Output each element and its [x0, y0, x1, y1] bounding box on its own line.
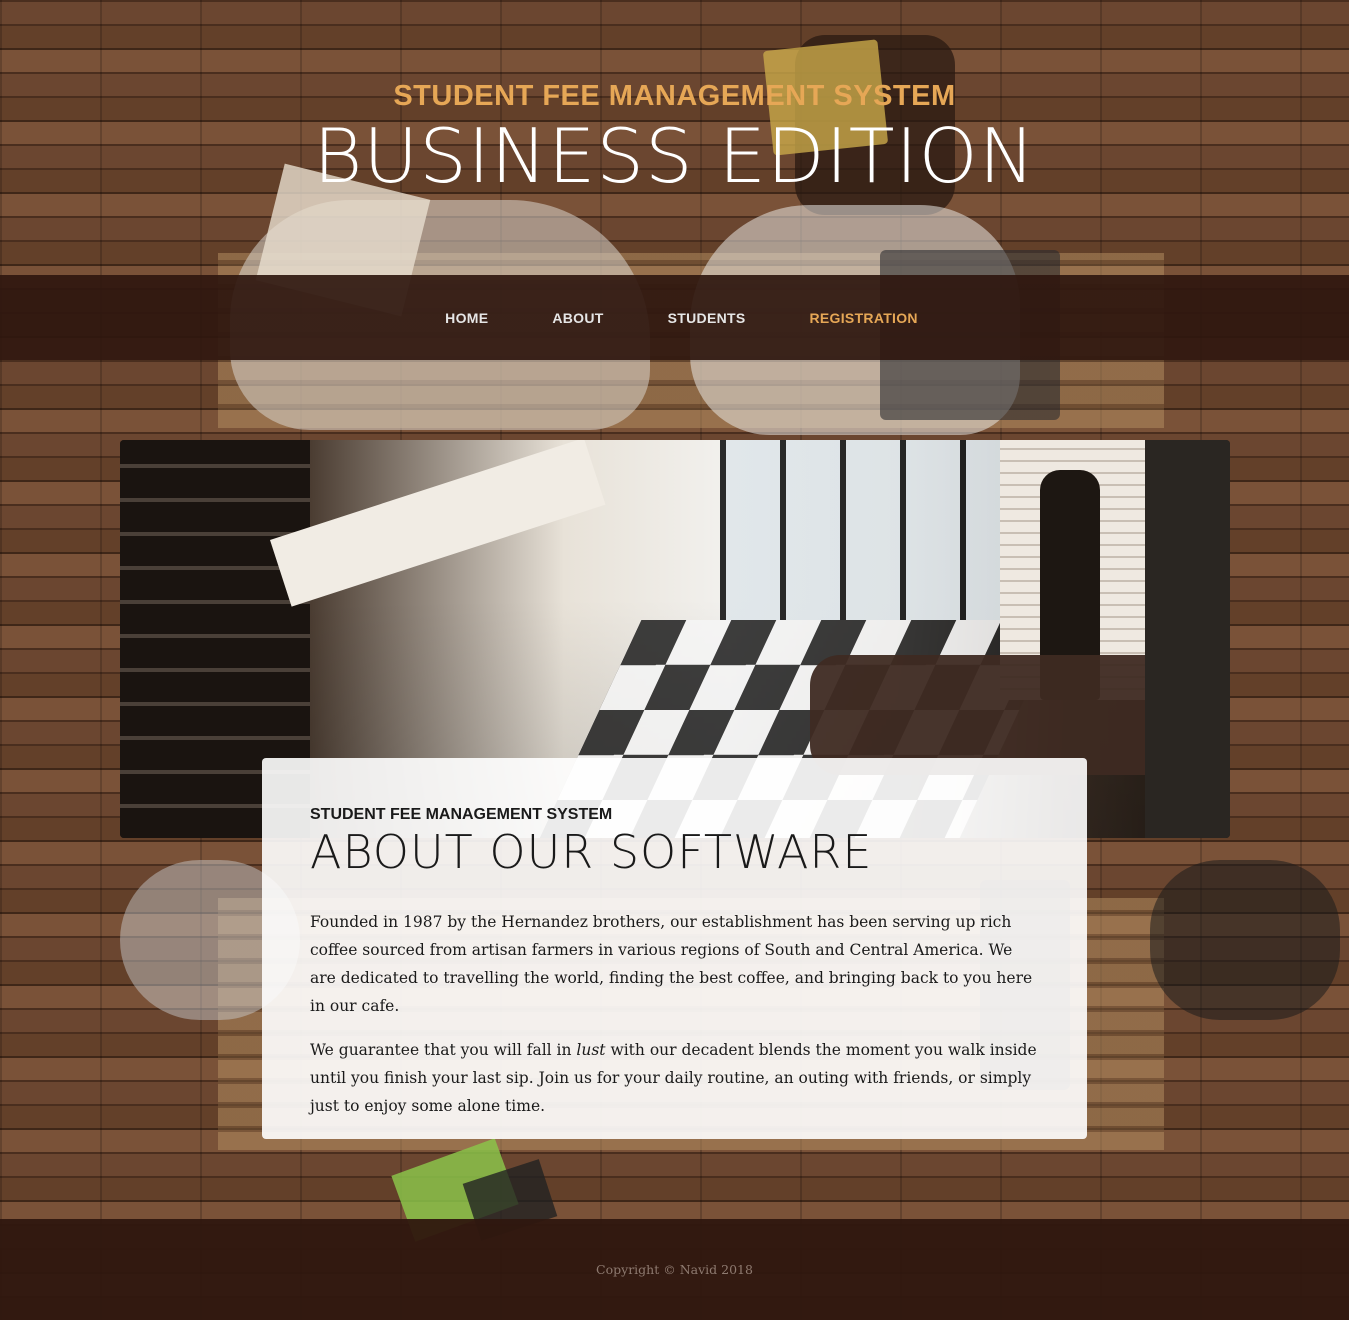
intro-paragraph-1: Founded in 1987 by the Hernandez brother… — [310, 913, 1033, 1015]
site-heading: STUDENT FEE MANAGEMENT SYSTEM BUSINESS E… — [0, 78, 1349, 198]
site-heading-lower: BUSINESS EDITION — [313, 112, 1036, 200]
site-heading-upper: STUDENT FEE MANAGEMENT SYSTEM — [393, 80, 956, 112]
main-navbar: HOME ABOUT STUDENTS REGISTRATION — [0, 275, 1349, 360]
cafe-counter — [270, 440, 606, 607]
intro-paragraph-2: We guarantee that you will fall in lust … — [310, 1036, 1039, 1120]
nav-link-registration[interactable]: REGISTRATION — [778, 310, 950, 326]
section-heading-lower: ABOUT OUR SOFTWARE — [310, 825, 873, 879]
footer: Copyright © Navid 2018 — [0, 1219, 1349, 1320]
background-person-bottom-right — [1150, 860, 1340, 1020]
nav-item-students: STUDENTS — [636, 310, 778, 326]
intro-text-box: STUDENT FEE MANAGEMENT SYSTEM ABOUT OUR … — [262, 758, 1087, 1139]
section-heading-upper: STUDENT FEE MANAGEMENT SYSTEM — [310, 806, 613, 823]
nav-item-about: ABOUT — [520, 310, 635, 326]
nav-link-home[interactable]: HOME — [413, 310, 520, 326]
cafe-windows — [720, 440, 1020, 620]
section-heading: STUDENT FEE MANAGEMENT SYSTEM ABOUT OUR … — [310, 804, 1039, 878]
nav-link-about[interactable]: ABOUT — [520, 310, 635, 326]
nav-item-registration: REGISTRATION — [778, 310, 950, 326]
nav-list: HOME ABOUT STUDENTS REGISTRATION — [413, 310, 950, 326]
nav-link-students[interactable]: STUDENTS — [636, 310, 778, 326]
intro-paragraph-2-start: We guarantee that you will fall in — [310, 1041, 577, 1059]
copyright-text: Copyright © Navid 2018 — [596, 1262, 753, 1277]
intro-paragraph-2-emphasis: lust — [576, 1041, 606, 1059]
cafe-right-corner — [1145, 440, 1230, 838]
nav-item-home: HOME — [413, 310, 520, 326]
